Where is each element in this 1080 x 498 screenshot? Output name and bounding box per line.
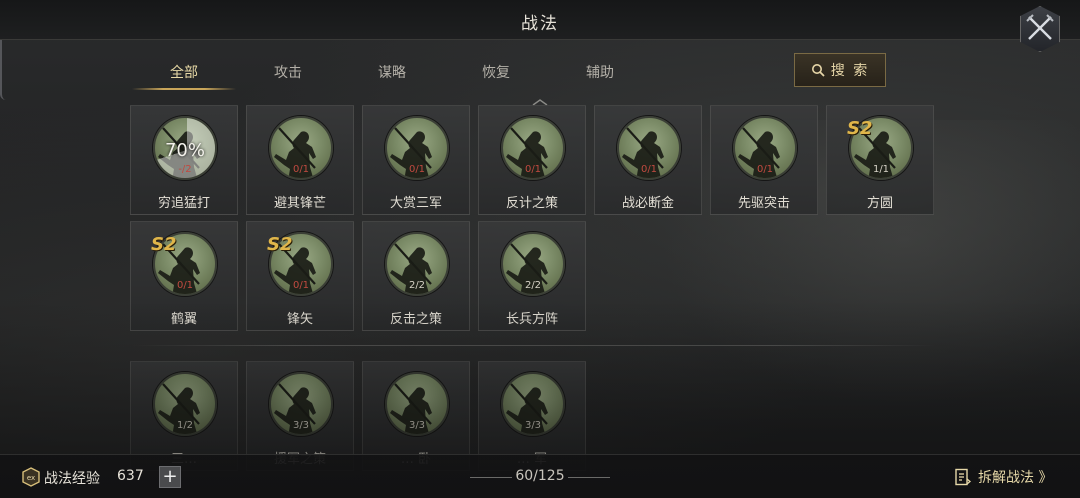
crossed-swords-icon [1026, 14, 1054, 40]
category-tabs: 全部 攻击 谋略 恢复 辅助 [132, 56, 692, 90]
tactic-card[interactable]: 0/1 战必断金 [594, 105, 702, 215]
close-button[interactable] [1016, 6, 1064, 54]
section-divider [132, 345, 936, 346]
tactic-count: 0/1 [640, 164, 658, 175]
tactic-name: 穷追猛打 [157, 196, 210, 211]
tactic-count: 0/1 [756, 164, 774, 175]
tab-recovery[interactable]: 恢复 [444, 56, 548, 90]
tactic-exp-icon: ex [22, 467, 40, 487]
tactic-count: 0/1 [292, 164, 310, 175]
disassemble-tactics-button[interactable]: 拆解战法 》 [954, 466, 1052, 488]
tactic-exp-value: 637 [117, 468, 144, 484]
tactic-count: 0/1 [176, 280, 194, 291]
tactic-name: 先驱突击 [737, 196, 790, 211]
tactic-count: 3/3 [292, 420, 310, 431]
tactic-card[interactable]: 0/1 避其锋芒 [246, 105, 354, 215]
left-frame-edge [0, 40, 10, 100]
tactics-screen: 战法 全部 攻击 谋略 恢复 辅助 搜 索 70% -/2 穷追猛打 0/1 避其锋芒 [0, 0, 1080, 498]
tactic-card[interactable]: 2/2 反击之策 [362, 221, 470, 331]
tactic-name: 战必断金 [621, 196, 674, 211]
tab-all[interactable]: 全部 [132, 56, 236, 90]
tactic-count: 2/2 [524, 280, 542, 291]
tactic-card[interactable]: 0/1 反计之策 [478, 105, 586, 215]
tactic-name: 方圆 [866, 196, 893, 211]
tactic-count: 60/125 [515, 468, 565, 484]
disassemble-label: 拆解战法 》 [978, 470, 1053, 486]
tactic-name: 锋矢 [286, 312, 313, 327]
tactic-count: 0/1 [408, 164, 426, 175]
bottom-bar: ex 战法经验 637 + 60/125 拆解战法 》 [0, 454, 1080, 498]
tactic-count: 3/3 [524, 420, 542, 431]
tab-attack[interactable]: 攻击 [236, 56, 340, 90]
tactic-count: 1/1 [872, 164, 890, 175]
tactic-card[interactable]: 1/1 S2 方圆 [826, 105, 934, 215]
tactic-card[interactable]: 0/1 大赏三军 [362, 105, 470, 215]
tactic-name: 反击之策 [389, 312, 442, 327]
tactic-count: 3/3 [408, 420, 426, 431]
tab-support[interactable]: 辅助 [548, 56, 652, 90]
list-document-icon [955, 468, 972, 486]
tactic-name: 鹤翼 [170, 312, 197, 327]
top-bar: 战法 [0, 0, 1080, 40]
tactic-name: 避其锋芒 [273, 196, 326, 211]
search-button-label: 搜 索 [830, 63, 870, 79]
tactic-name: 大赏三军 [389, 196, 442, 211]
tactic-name: 反计之策 [505, 196, 558, 211]
tactic-card[interactable]: 0/1 S2 锋矢 [246, 221, 354, 331]
add-exp-button[interactable]: + [159, 466, 181, 488]
tactic-progress: 70% [164, 140, 205, 161]
tactic-count: -/2 [178, 164, 192, 175]
tactic-count: 1/2 [176, 420, 194, 431]
season-badge: S2 [267, 234, 293, 255]
search-icon [811, 64, 825, 77]
tactic-card[interactable]: 2/2 长兵方阵 [478, 221, 586, 331]
search-button[interactable]: 搜 索 [794, 53, 886, 87]
tactic-card[interactable]: 70% -/2 穷追猛打 [130, 105, 238, 215]
tab-strategy[interactable]: 谋略 [340, 56, 444, 90]
season-badge: S2 [847, 118, 873, 139]
tactic-card[interactable]: 0/1 先驱突击 [710, 105, 818, 215]
page-title: 战法 [521, 14, 559, 34]
season-badge: S2 [151, 234, 177, 255]
tactic-card[interactable]: 0/1 S2 鹤翼 [130, 221, 238, 331]
tactic-count: 0/1 [292, 280, 310, 291]
tactic-count: 2/2 [408, 280, 426, 291]
tactic-count: 0/1 [524, 164, 542, 175]
tactic-name: 长兵方阵 [505, 312, 558, 327]
page-count-line-right [568, 477, 610, 478]
tactic-exp-label: 战法经验 [44, 471, 100, 487]
svg-text:ex: ex [27, 474, 35, 482]
